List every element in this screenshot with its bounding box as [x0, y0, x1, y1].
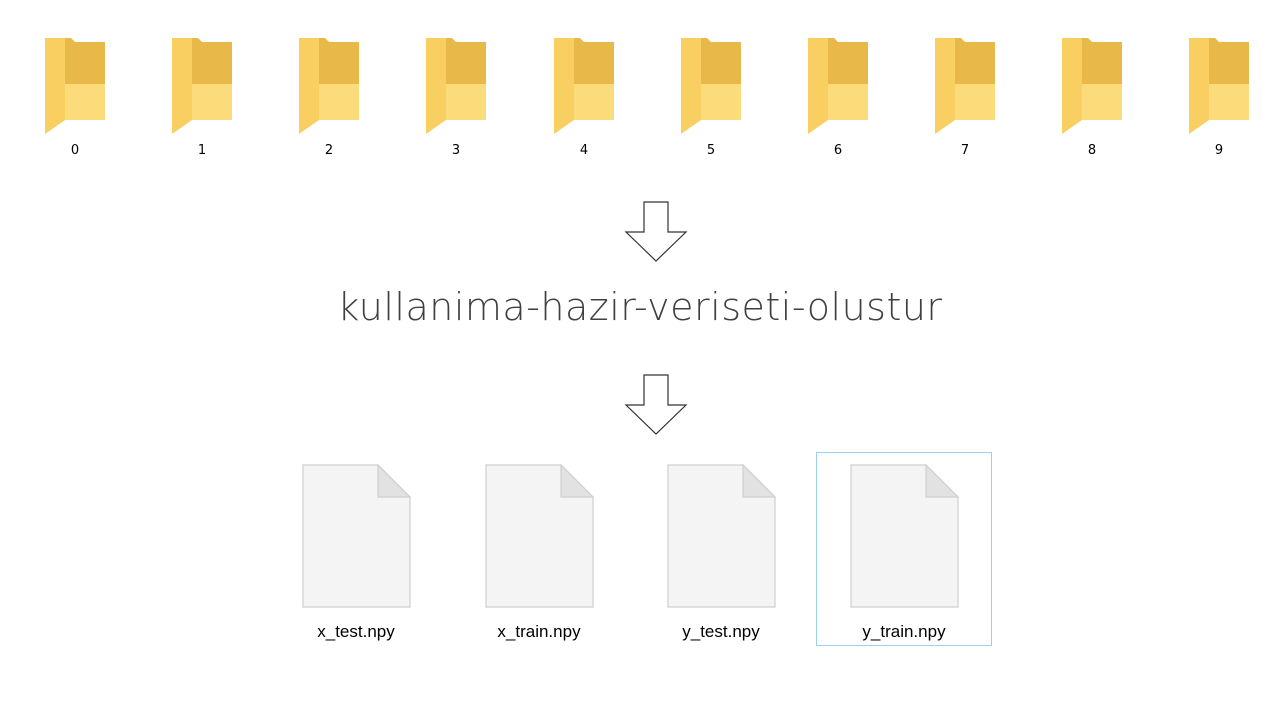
down-arrow-icon	[624, 374, 688, 435]
file-x-test[interactable]: x_test.npy	[268, 452, 444, 646]
file-icon	[302, 464, 412, 608]
folder-label: 9	[1214, 143, 1224, 158]
folder-label: 6	[833, 143, 843, 158]
folder-label: 2	[324, 143, 334, 158]
folder-3[interactable]: 3	[411, 34, 501, 164]
folder-label: 7	[960, 143, 970, 158]
file-icon	[485, 464, 595, 608]
file-label: x_test.npy	[317, 622, 395, 641]
file-y-train[interactable]: y_train.npy	[816, 452, 992, 646]
file-label: y_test.npy	[682, 622, 760, 641]
down-arrow-icon	[624, 201, 688, 262]
folder-6[interactable]: 6	[793, 34, 883, 164]
folder-icon	[45, 38, 105, 134]
file-label: y_train.npy	[862, 622, 946, 641]
folder-label: 1	[197, 143, 207, 158]
folder-4[interactable]: 4	[539, 34, 629, 164]
folder-8[interactable]: 8	[1047, 34, 1137, 164]
folder-1[interactable]: 1	[157, 34, 247, 164]
folder-row: 0 1 2 3 4 5 6 7 8 9	[0, 0, 1280, 180]
folder-label: 0	[70, 143, 80, 158]
folder-icon	[935, 38, 995, 134]
folder-label: 3	[451, 143, 461, 158]
folder-icon	[172, 38, 232, 134]
folder-icon	[681, 38, 741, 134]
file-x-train[interactable]: x_train.npy	[451, 452, 627, 646]
folder-icon	[808, 38, 868, 134]
folder-2[interactable]: 2	[284, 34, 374, 164]
file-label: x_train.npy	[497, 622, 581, 641]
folder-icon	[1062, 38, 1122, 134]
folder-icon	[426, 38, 486, 134]
file-y-test[interactable]: y_test.npy	[633, 452, 809, 646]
file-icon	[850, 464, 960, 608]
process-label: kullanima-hazir-veriseti-olustur	[337, 285, 943, 329]
folder-icon	[299, 38, 359, 134]
folder-label: 4	[579, 143, 589, 158]
file-icon	[667, 464, 777, 608]
folder-icon	[1189, 38, 1249, 134]
folder-icon	[554, 38, 614, 134]
folder-5[interactable]: 5	[666, 34, 756, 164]
folder-0[interactable]: 0	[30, 34, 120, 164]
folder-9[interactable]: 9	[1174, 34, 1264, 164]
folder-label: 8	[1087, 143, 1097, 158]
folder-7[interactable]: 7	[920, 34, 1010, 164]
folder-label: 5	[706, 143, 716, 158]
